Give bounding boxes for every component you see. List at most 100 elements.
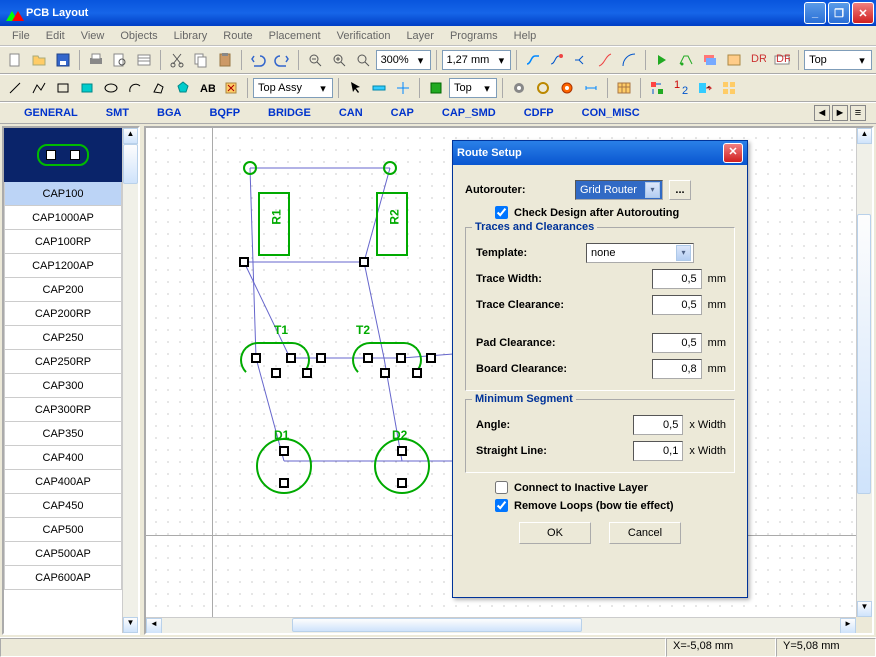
route-arc-icon[interactable] (618, 49, 640, 71)
undo-icon[interactable] (247, 49, 269, 71)
polyline-icon[interactable] (28, 77, 50, 99)
place-icon[interactable] (425, 77, 447, 99)
pointer-icon[interactable] (344, 77, 366, 99)
titleblock-icon[interactable] (133, 49, 155, 71)
list-item[interactable]: CAP200RP (4, 302, 122, 326)
open-icon[interactable] (28, 49, 50, 71)
static-via-icon[interactable] (556, 77, 578, 99)
list-item[interactable]: CAP500AP (4, 542, 122, 566)
list-item[interactable]: CAP1200AP (4, 254, 122, 278)
rect-icon[interactable] (52, 77, 74, 99)
straight-input[interactable] (633, 441, 683, 461)
list-item[interactable]: CAP200 (4, 278, 122, 302)
convert-icon[interactable] (646, 77, 668, 99)
renumber-icon[interactable]: 12 (670, 77, 692, 99)
drc-rules-icon[interactable]: DRC (771, 49, 793, 71)
list-item[interactable]: CAP100 (4, 182, 122, 206)
tabs-next-button[interactable]: ► (832, 105, 848, 121)
polygon-icon[interactable] (172, 77, 194, 99)
tab-general[interactable]: GENERAL (10, 107, 92, 119)
delete-icon[interactable] (220, 77, 242, 99)
ellipse-icon[interactable] (100, 77, 122, 99)
new-icon[interactable] (4, 49, 26, 71)
measure-icon[interactable] (368, 77, 390, 99)
list-item[interactable]: CAP250RP (4, 350, 122, 374)
cancel-button[interactable]: Cancel (609, 522, 681, 544)
menu-view[interactable]: View (73, 28, 113, 44)
tabs-prev-button[interactable]: ◄ (814, 105, 830, 121)
mounthole-icon[interactable] (532, 77, 554, 99)
close-button[interactable]: ✕ (852, 2, 874, 24)
list-item[interactable]: CAP300RP (4, 398, 122, 422)
zoom-out-icon[interactable] (304, 49, 326, 71)
route-manual-icon[interactable] (522, 49, 544, 71)
autoroute-icon[interactable] (675, 49, 697, 71)
back-annotate-icon[interactable] (694, 77, 716, 99)
run-icon[interactable] (651, 49, 673, 71)
menu-route[interactable]: Route (215, 28, 260, 44)
list-item[interactable]: CAP400 (4, 446, 122, 470)
menu-library[interactable]: Library (166, 28, 216, 44)
autorouter-combo[interactable]: Grid Router▾ (575, 180, 663, 200)
template-combo[interactable]: none▾ (586, 243, 694, 263)
menu-help[interactable]: Help (506, 28, 545, 44)
list-item[interactable]: CAP400AP (4, 470, 122, 494)
remove-loops-checkbox[interactable] (495, 499, 508, 512)
list-item[interactable]: CAP250 (4, 326, 122, 350)
list-item[interactable]: CAP1000AP (4, 206, 122, 230)
table-icon[interactable] (613, 77, 635, 99)
layer-combo[interactable]: Top▾ (804, 50, 872, 70)
line-icon[interactable] (4, 77, 26, 99)
autorouter-options-button[interactable]: ... (669, 180, 691, 200)
menu-programs[interactable]: Programs (442, 28, 506, 44)
grid-combo[interactable]: 1,27 mm▾ (442, 50, 512, 70)
text-icon[interactable]: ABC (196, 77, 218, 99)
origin-icon[interactable] (392, 77, 414, 99)
menu-objects[interactable]: Objects (112, 28, 165, 44)
print-icon[interactable] (85, 49, 107, 71)
canvas-scroll-v[interactable]: ▲ ▼ (856, 128, 872, 617)
tab-bridge[interactable]: BRIDGE (254, 107, 325, 119)
list-item[interactable]: CAP600AP (4, 566, 122, 590)
dialog-close-button[interactable]: ✕ (723, 143, 743, 163)
tabs-list-button[interactable]: ≡ (850, 105, 866, 121)
via-icon[interactable] (508, 77, 530, 99)
assy-combo[interactable]: Top Assy▾ (253, 78, 333, 98)
panelize-icon[interactable] (718, 77, 740, 99)
tab-cdfp[interactable]: CDFP (510, 107, 568, 119)
trace-width-input[interactable] (652, 269, 702, 289)
parts-scrollbar[interactable]: ▲ ▼ (122, 128, 138, 633)
tab-can[interactable]: CAN (325, 107, 377, 119)
paste-icon[interactable] (214, 49, 236, 71)
angle-input[interactable] (633, 415, 683, 435)
check-design-checkbox[interactable] (495, 206, 508, 219)
list-item[interactable]: CAP500 (4, 518, 122, 542)
save-icon[interactable] (52, 49, 74, 71)
route-free-icon[interactable] (594, 49, 616, 71)
drc-icon[interactable]: DRC (747, 49, 769, 71)
zoom-window-icon[interactable] (352, 49, 374, 71)
menu-layer[interactable]: Layer (398, 28, 442, 44)
arc-icon[interactable] (124, 77, 146, 99)
cut-icon[interactable] (166, 49, 188, 71)
layers-icon[interactable] (699, 49, 721, 71)
zoom-combo[interactable]: 300%▾ (376, 50, 431, 70)
zoom-in-icon[interactable] (328, 49, 350, 71)
route-fanout-icon[interactable] (570, 49, 592, 71)
minimize-button[interactable]: _ (804, 2, 826, 24)
tab-bga[interactable]: BGA (143, 107, 195, 119)
poly-icon[interactable] (148, 77, 170, 99)
layer-combo-2[interactable]: Top▾ (449, 78, 497, 98)
menu-verification[interactable]: Verification (329, 28, 399, 44)
ok-button[interactable]: OK (519, 522, 591, 544)
trace-clearance-input[interactable] (652, 295, 702, 315)
tab-bqfp[interactable]: BQFP (195, 107, 254, 119)
menu-edit[interactable]: Edit (38, 28, 73, 44)
filled-rect-icon[interactable] (76, 77, 98, 99)
list-item[interactable]: CAP450 (4, 494, 122, 518)
maximize-button[interactable]: ❐ (828, 2, 850, 24)
board-clearance-input[interactable] (652, 359, 702, 379)
tab-smt[interactable]: SMT (92, 107, 143, 119)
route-edit-icon[interactable] (546, 49, 568, 71)
pad-clearance-input[interactable] (652, 333, 702, 353)
